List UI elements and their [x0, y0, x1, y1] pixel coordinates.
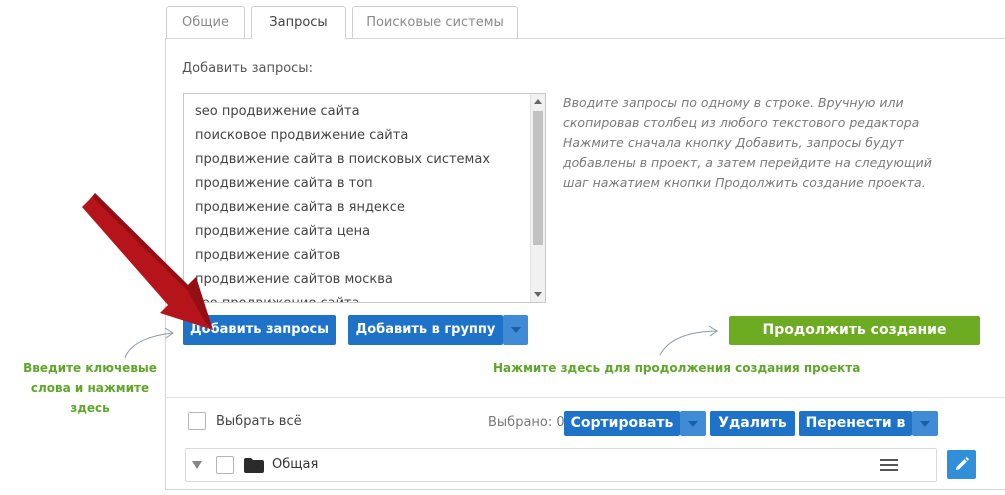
- query-line: продвижение сайта в топ: [195, 176, 373, 191]
- chevron-down-icon: [510, 327, 521, 333]
- add-to-group-button[interactable]: Добавить в группу: [348, 315, 503, 345]
- move-to-button[interactable]: Перенести в: [799, 411, 912, 436]
- select-all-label[interactable]: Выбрать всё: [216, 414, 302, 429]
- panel-separator: [165, 397, 1005, 398]
- scroll-down-icon[interactable]: [534, 292, 542, 297]
- tab-search-engines[interactable]: Поисковые системы: [352, 6, 518, 38]
- query-line: продвижение сайта в яндексе: [195, 200, 405, 215]
- scrollbar[interactable]: [530, 94, 545, 302]
- chevron-down-icon: [688, 420, 698, 427]
- move-to-dropdown[interactable]: [912, 411, 938, 436]
- hint-enter-keywords: Введите ключевые слова и нажмите здесь: [23, 361, 157, 415]
- query-line: поисковое продвижение сайта: [195, 128, 409, 143]
- folder-icon: [244, 458, 264, 473]
- select-all-checkbox[interactable]: [188, 412, 206, 430]
- group-row[interactable]: Общая: [185, 448, 937, 482]
- query-line: seo продвижение сайта: [195, 294, 490, 302]
- scroll-up-icon[interactable]: [534, 99, 542, 104]
- tab-queries[interactable]: Запросы: [251, 6, 346, 39]
- chevron-down-icon: [920, 420, 930, 427]
- group-checkbox[interactable]: [216, 456, 234, 474]
- queries-textarea[interactable]: seo продвижение сайта поисковое продвижен…: [183, 93, 546, 303]
- delete-button[interactable]: Удалить: [710, 411, 795, 436]
- drag-handle-icon[interactable]: [880, 458, 898, 472]
- sort-button[interactable]: Сортировать: [564, 411, 680, 436]
- query-line: продвижение сайта в поисковых системах: [195, 152, 491, 167]
- sort-dropdown[interactable]: [680, 411, 706, 436]
- query-list: seo продвижение сайта поисковое продвижен…: [195, 102, 491, 302]
- pencil-icon: [956, 457, 969, 470]
- help-text: Вводите запросы по одному в строке. Вруч…: [563, 95, 932, 190]
- tab-general[interactable]: Общие: [166, 6, 245, 38]
- continue-project-button[interactable]: Продолжить создание проекта: [729, 316, 980, 367]
- add-to-group-dropdown[interactable]: [503, 315, 528, 345]
- query-line: seo продвижение сайта: [195, 104, 360, 119]
- hint-continue: Нажмите здесь для продолжения создания п…: [493, 361, 861, 375]
- caret-down-icon[interactable]: [192, 461, 202, 470]
- group-name: Общая: [272, 457, 319, 472]
- add-queries-label: Добавить запросы:: [182, 61, 313, 76]
- edit-group-button[interactable]: [947, 450, 976, 479]
- scroll-thumb[interactable]: [533, 111, 543, 245]
- add-queries-button[interactable]: Добавить запросы: [183, 315, 336, 345]
- query-line: продвижение сайта цена: [195, 224, 371, 239]
- query-line: продвижение сайтов москва: [195, 272, 393, 287]
- selected-count: Выбрано: 0: [488, 415, 565, 430]
- query-line: продвижение сайтов: [195, 248, 341, 263]
